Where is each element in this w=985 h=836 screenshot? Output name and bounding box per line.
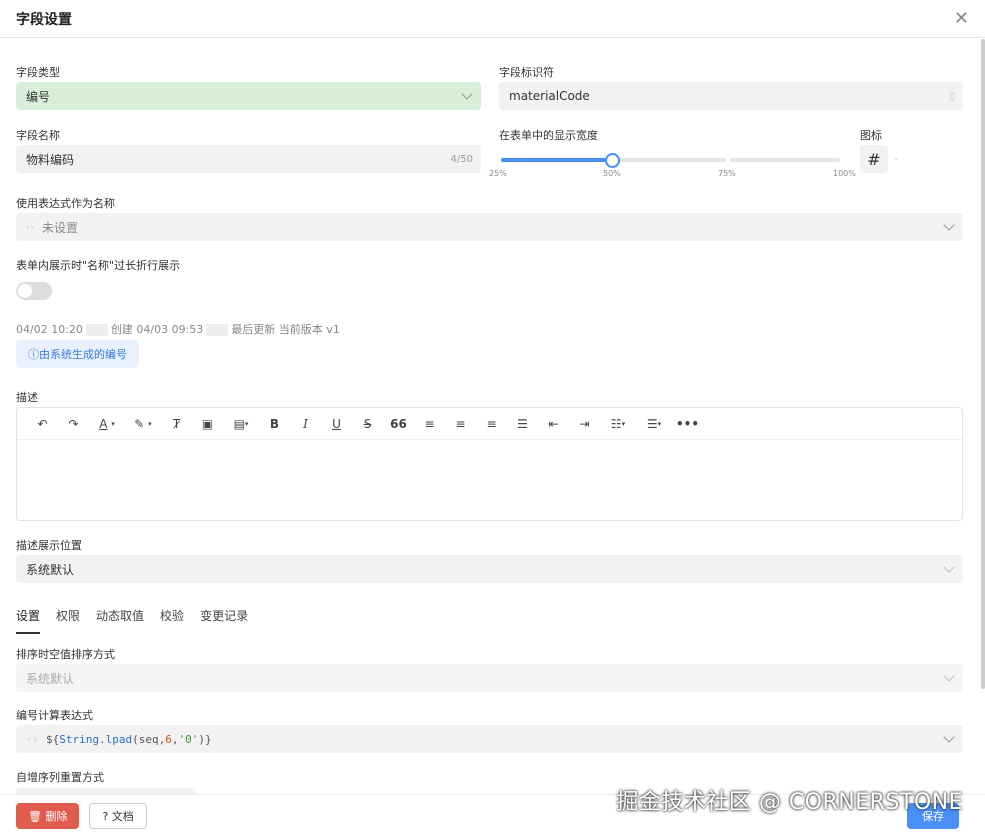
created-text: 创建 <box>110 323 133 336</box>
expr-close: )} <box>198 732 212 746</box>
code-icon: ‹› <box>26 733 39 745</box>
sort-empty-label: 排序时空值排序方式 <box>16 648 115 661</box>
tab-change-log[interactable]: 变更记录 <box>200 607 248 634</box>
redo-icon[interactable]: ↷ <box>58 412 89 436</box>
icon-picker[interactable]: # <box>860 145 888 173</box>
expression-input[interactable]: ‹› ${String.lpad (seq, 6, '0')} <box>16 725 963 753</box>
chevron-down-icon <box>943 219 955 231</box>
tick-label: 100% <box>833 169 856 178</box>
tab-permissions[interactable]: 权限 <box>56 607 80 634</box>
identifier-label: 字段标识符 <box>499 66 554 79</box>
indent-icon[interactable]: ⇥ <box>569 412 600 436</box>
expr-number: 6 <box>165 732 172 746</box>
dialog-body: 字段类型 编号 字段标识符 materialCode ▯ 字段名称 物料编码 4… <box>0 39 985 794</box>
chevron-down-icon[interactable]: ⌄ <box>893 153 900 162</box>
identifier-input[interactable]: materialCode ▯ <box>499 82 963 110</box>
underline-icon[interactable]: U <box>321 412 352 436</box>
icon-label: 图标 <box>860 129 882 142</box>
wrap-label: 表单内展示时"名称"过长折行展示 <box>16 259 181 272</box>
sort-empty-select[interactable]: 系统默认 <box>16 664 963 692</box>
more-icon[interactable]: ••• <box>672 412 703 436</box>
width-label: 在表单中的显示宽度 <box>499 129 598 142</box>
desc-position-value: 系统默认 <box>26 562 75 577</box>
close-icon[interactable]: ✕ <box>954 9 969 28</box>
strikethrough-icon[interactable]: S <box>352 412 383 436</box>
expr-function: String.lpad <box>59 732 133 746</box>
settings-tabs: 设置 权限 动态取值 校验 变更记录 <box>16 607 264 634</box>
expr-name-label: 使用表达式作为名称 <box>16 197 115 210</box>
bold-icon[interactable]: B <box>259 412 290 436</box>
tick-label: 75% <box>718 169 736 178</box>
field-settings-dialog: 字段设置 ✕ 字段类型 编号 字段标识符 materialCode ▯ 字段名称… <box>0 0 985 836</box>
chevron-down-icon <box>461 88 473 100</box>
font-color-icon[interactable]: A ▾ <box>89 412 125 436</box>
italic-icon[interactable]: I <box>290 412 321 436</box>
meta-info: 04/02 10:20 创建 04/03 09:53 最后更新 当前版本 v1 <box>16 321 340 337</box>
field-name-label: 字段名称 <box>16 129 60 142</box>
chevron-down-icon <box>943 670 955 682</box>
created-time: 04/02 10:20 <box>16 323 83 336</box>
description-editor[interactable]: ↶ ↷ A ▾ ✎ ▾ T̷ ▣ ▤ ▾ B I U S 66 ≡ ≡ ≡ ☰ ⇤… <box>16 407 963 521</box>
slider-track-end <box>730 158 840 162</box>
clear-format-icon[interactable]: T̷ <box>161 412 192 436</box>
delete-button[interactable]: 🗑 删除 <box>16 802 80 829</box>
tick-label: 25% <box>489 169 507 178</box>
field-name-input[interactable]: 物料编码 4/50 <box>16 145 481 173</box>
hash-icon: # <box>867 149 881 169</box>
tab-validation[interactable]: 校验 <box>160 607 184 634</box>
align-right-icon[interactable]: ≡ <box>476 412 507 436</box>
tab-settings[interactable]: 设置 <box>16 607 41 634</box>
updated-text: 最后更新 当前版本 v1 <box>231 323 340 336</box>
code-icon: ‹› <box>26 221 34 233</box>
user-redacted <box>206 324 229 336</box>
wrap-toggle[interactable] <box>16 282 52 300</box>
scrollbar[interactable] <box>981 39 985 689</box>
system-generated-button[interactable]: ⓘ由系统生成的编号 <box>16 340 139 368</box>
description-label: 描述 <box>16 391 38 404</box>
dialog-title: 字段设置 <box>16 11 72 28</box>
outdent-icon[interactable]: ⇤ <box>538 412 569 436</box>
expr-name-select[interactable]: ‹› 未设置 <box>16 213 963 241</box>
field-type-label: 字段类型 <box>16 66 60 79</box>
chevron-down-icon <box>943 731 955 743</box>
expr-name-value: 未设置 <box>42 220 79 235</box>
align-center-icon[interactable]: ≡ <box>445 412 476 436</box>
field-name-value: 物料编码 <box>26 152 75 167</box>
slider-thumb[interactable] <box>605 153 620 168</box>
reset-label: 自增序列重置方式 <box>16 771 104 784</box>
undo-icon[interactable]: ↶ <box>27 412 58 436</box>
quote-icon[interactable]: 66 <box>383 412 414 436</box>
expr-args: (seq, <box>132 732 166 746</box>
field-type-value: 编号 <box>26 89 51 104</box>
chevron-down-icon <box>943 561 955 573</box>
editor-toolbar: ↶ ↷ A ▾ ✎ ▾ T̷ ▣ ▤ ▾ B I U S 66 ≡ ≡ ≡ ☰ ⇤… <box>17 408 962 440</box>
ordered-list-icon[interactable]: ☷ ▾ <box>600 412 636 436</box>
highlight-icon[interactable]: ✎ ▾ <box>125 412 161 436</box>
bullet-list-icon[interactable]: ☰ ▾ <box>636 412 672 436</box>
expr-prefix: ${ <box>46 732 60 746</box>
desc-position-select[interactable]: 系统默认 <box>16 555 963 583</box>
copy-icon[interactable]: ▯ <box>949 91 955 102</box>
field-type-select[interactable]: 编号 <box>16 82 481 110</box>
align-left-icon[interactable]: ≡ <box>414 412 445 436</box>
sort-empty-value: 系统默认 <box>26 671 75 686</box>
image-icon[interactable]: ▣ <box>192 412 223 436</box>
desc-position-label: 描述展示位置 <box>16 539 82 552</box>
updated-time: 04/03 09:53 <box>136 323 204 336</box>
docs-button[interactable]: ? 文档 <box>89 802 147 829</box>
slider-fill <box>501 158 613 162</box>
justify-icon[interactable]: ☰ <box>507 412 538 436</box>
char-count: 4/50 <box>450 153 473 165</box>
toggle-knob <box>18 284 32 298</box>
tick-label: 50% <box>603 169 621 178</box>
tab-dynamic-value[interactable]: 动态取值 <box>96 607 144 634</box>
identifier-value: materialCode <box>509 89 590 103</box>
dialog-header: 字段设置 ✕ <box>0 0 985 38</box>
table-icon[interactable]: ▤ ▾ <box>223 412 259 436</box>
expr-string: '0' <box>178 732 199 746</box>
watermark: 掘金技术社区 @ CORNERSTONE <box>616 790 963 815</box>
expr-comma: , <box>171 732 179 746</box>
user-redacted <box>85 324 108 336</box>
expression-label: 编号计算表达式 <box>16 709 93 722</box>
